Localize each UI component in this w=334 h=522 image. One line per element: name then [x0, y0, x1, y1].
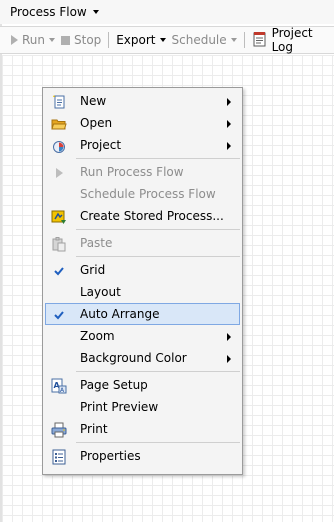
process-flow-title-bar: Process Flow	[0, 0, 334, 24]
menu-label-print-preview: Print Preview	[80, 400, 159, 414]
log-icon	[252, 31, 268, 50]
play-icon	[51, 165, 67, 181]
export-button[interactable]: Export	[113, 29, 168, 51]
menu-item-create-stored-process[interactable]: Create Stored Process...	[45, 205, 240, 227]
paste-icon	[51, 236, 67, 252]
menu-item-project[interactable]: Project	[45, 134, 240, 156]
menu-item-schedule-process-flow[interactable]: Schedule Process Flow	[45, 183, 240, 205]
submenu-arrow-icon	[227, 120, 231, 128]
chevron-down-icon	[92, 10, 99, 14]
run-button[interactable]: Run	[8, 29, 58, 51]
checkmark-icon	[51, 263, 67, 279]
menu-separator	[76, 229, 240, 230]
toolbar-separator	[243, 32, 245, 48]
chevron-down-icon	[49, 38, 56, 42]
schedule-label: Schedule	[171, 33, 227, 47]
run-label: Run	[22, 33, 46, 47]
toolbar: Run Stop Export Schedule Project Log	[0, 26, 334, 54]
menu-item-paste[interactable]: Paste	[45, 232, 240, 254]
submenu-arrow-icon	[227, 355, 231, 363]
context-menu: New Open Project Run Process Flow Schedu…	[42, 87, 243, 475]
menu-label-properties: Properties	[80, 449, 141, 463]
submenu-arrow-icon	[227, 98, 231, 106]
menu-label-run-process-flow: Run Process Flow	[80, 165, 184, 179]
menu-item-zoom[interactable]: Zoom	[45, 325, 240, 347]
menu-item-new[interactable]: New	[45, 90, 240, 112]
menu-item-page-setup[interactable]: A A Page Setup	[45, 374, 240, 396]
menu-label-page-setup: Page Setup	[80, 378, 148, 392]
stored-process-icon	[51, 209, 67, 225]
menu-separator	[76, 256, 240, 257]
menu-label-grid: Grid	[80, 263, 106, 277]
menu-item-properties[interactable]: Properties	[45, 445, 240, 467]
new-document-icon	[51, 94, 67, 110]
stop-button[interactable]: Stop	[58, 29, 104, 51]
menu-item-auto-arrange[interactable]: Auto Arrange	[45, 303, 240, 325]
menu-label-create-stored-process: Create Stored Process...	[80, 209, 224, 223]
menu-label-layout: Layout	[80, 285, 121, 299]
menu-label-paste: Paste	[80, 236, 113, 250]
project-icon	[51, 138, 67, 154]
menu-label-auto-arrange: Auto Arrange	[80, 307, 160, 321]
menu-label-background-color: Background Color	[80, 351, 187, 365]
menu-label-zoom: Zoom	[80, 329, 115, 343]
menu-item-grid[interactable]: Grid	[45, 259, 240, 281]
folder-open-icon	[51, 116, 67, 132]
properties-icon	[51, 449, 67, 465]
play-icon	[11, 35, 18, 45]
printer-icon	[51, 422, 67, 438]
menu-item-print-preview[interactable]: Print Preview	[45, 396, 240, 418]
schedule-button[interactable]: Schedule	[169, 29, 240, 51]
stop-label: Stop	[74, 33, 102, 47]
menu-item-open[interactable]: Open	[45, 112, 240, 134]
toolbar-separator	[108, 32, 110, 48]
menu-separator	[76, 442, 240, 443]
menu-item-layout[interactable]: Layout	[45, 281, 240, 303]
submenu-arrow-icon	[227, 333, 231, 341]
menu-item-run-process-flow[interactable]: Run Process Flow	[45, 161, 240, 183]
menu-label-project: Project	[80, 138, 122, 152]
menu-item-background-color[interactable]: Background Color	[45, 347, 240, 369]
project-log-button[interactable]: Project Log	[249, 26, 334, 54]
page-setup-icon: A A	[51, 378, 67, 394]
checkmark-icon	[51, 307, 67, 323]
menu-separator	[76, 158, 240, 159]
menu-item-print[interactable]: Print	[45, 418, 240, 440]
menu-label-schedule-process-flow: Schedule Process Flow	[80, 187, 216, 201]
process-flow-title: Process Flow	[10, 5, 87, 19]
process-flow-dropdown[interactable]: Process Flow	[6, 3, 103, 21]
chevron-down-icon	[230, 38, 237, 42]
menu-label-print: Print	[80, 422, 108, 436]
menu-label-open: Open	[80, 116, 113, 130]
project-log-label: Project Log	[271, 26, 313, 54]
submenu-arrow-icon	[227, 142, 231, 150]
stop-icon	[61, 35, 71, 45]
chevron-down-icon	[159, 38, 166, 42]
export-label: Export	[116, 33, 156, 47]
menu-separator	[76, 371, 240, 372]
menu-label-new: New	[80, 94, 107, 108]
